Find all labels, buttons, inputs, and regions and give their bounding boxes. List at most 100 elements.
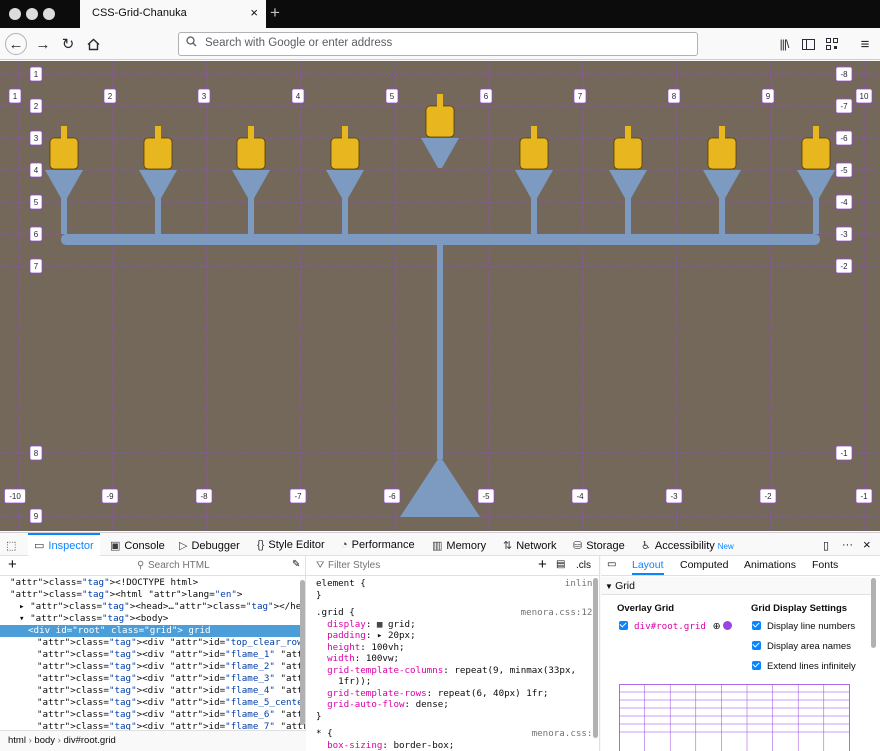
close-window-button[interactable] [9, 8, 21, 20]
menu-button[interactable]: ≡ [854, 33, 876, 55]
breadcrumb-item[interactable]: div#root.grid [63, 735, 115, 746]
more-options-button[interactable]: ··· [842, 533, 853, 556]
menorah-branch-bar [61, 234, 820, 245]
tab-style-editor[interactable]: {} Style Editor [257, 533, 325, 556]
add-rule-button[interactable]: + [538, 556, 547, 573]
hamburger-icon: ≡ [860, 35, 870, 53]
rule-source-link[interactable]: menora.css:129 [521, 607, 598, 619]
css-rule-line[interactable]: } [316, 711, 599, 723]
markup-node[interactable]: "attr">class="tag"><div "attr">id="flame… [0, 685, 305, 697]
markup-node[interactable]: ▸ "attr">class="tag"><head>…"attr">class… [0, 601, 305, 613]
minimize-window-button[interactable] [26, 8, 38, 20]
print-media-icon[interactable]: ▤ [556, 559, 565, 570]
css-rule-line[interactable]: padding: ▸ 20px; [316, 630, 599, 642]
cls-button[interactable]: .cls [576, 560, 591, 571]
css-rule-line[interactable]: grid-auto-flow: dense; [316, 699, 599, 711]
rules-scrollbar[interactable] [593, 578, 598, 738]
back-button[interactable]: ← [5, 33, 27, 55]
css-rule-line[interactable]: .grid {menora.css:129 [316, 607, 599, 619]
candle-arm [342, 198, 348, 234]
filter-styles-input[interactable]: Filter Styles [328, 560, 380, 571]
setting-extend-lines[interactable]: Extend lines infinitely [752, 661, 856, 672]
browser-tab[interactable]: CSS-Grid-Chanuka × [80, 0, 266, 28]
css-rule-line[interactable]: display: ▦ grid; [316, 619, 599, 631]
tab-console[interactable]: ▣ Console [110, 533, 165, 556]
new-tab-button[interactable]: + [270, 3, 280, 23]
css-rule-line[interactable]: * {menora.css:1 [316, 728, 599, 740]
markup-node[interactable]: "attr">class="tag"><div "attr">id="flame… [0, 673, 305, 685]
setting-area-names[interactable]: Display area names [752, 641, 851, 652]
markup-node[interactable]: "attr">class="tag"><div "attr">id="top_c… [0, 637, 305, 649]
url-bar[interactable]: Search with Google or enter address [178, 32, 698, 56]
markup-node[interactable]: "attr">class="tag"><html "attr">lang="en… [0, 589, 242, 601]
tab-accessibility[interactable]: ♿ Accessibility New [641, 533, 734, 556]
column-line-number: 7 [578, 92, 583, 101]
breadcrumb-item[interactable]: html [8, 735, 26, 746]
filter-icon: ⛛ [316, 560, 325, 571]
tab-debugger[interactable]: ▷ Debugger [179, 533, 240, 556]
tab-memory[interactable]: ▥ Memory [432, 533, 486, 556]
candle-arm [813, 198, 819, 234]
markup-node[interactable]: "attr">class="tag"><div "attr">id="flame… [0, 709, 305, 721]
qr-button[interactable] [821, 33, 843, 55]
sidebar-tabs: ▭ Layout Computed Animations Fonts [601, 556, 880, 576]
css-rule-line[interactable]: } [316, 590, 599, 602]
toggle-sidebar-icon[interactable]: ▭ [607, 559, 616, 570]
forward-button[interactable]: → [32, 33, 54, 55]
markup-node[interactable]: ▾ "attr">class="tag"><body> [0, 613, 168, 625]
checkbox-checked[interactable] [752, 641, 761, 650]
candle-cup [139, 170, 177, 200]
reload-button[interactable]: ↻ [57, 33, 79, 55]
close-devtools-button[interactable]: × [863, 533, 871, 556]
flame-wick [437, 94, 443, 107]
search-html-input[interactable]: Search HTML [148, 560, 210, 571]
sidebar-button[interactable] [797, 33, 819, 55]
tab-computed[interactable]: Computed [680, 559, 728, 571]
flame-wick [813, 126, 819, 139]
grid-section-title: Grid [615, 580, 635, 592]
column-line-number: -8 [200, 492, 208, 501]
tab-layout[interactable]: Layout [632, 559, 664, 575]
flame [801, 137, 831, 170]
css-rule-line[interactable]: grid-template-columns: repeat(9, minmax(… [316, 665, 599, 677]
html-scrollbar[interactable] [300, 580, 305, 725]
checkbox-checked[interactable] [752, 661, 761, 670]
maximize-window-button[interactable] [43, 8, 55, 20]
markup-node[interactable]: "attr">class="tag"><!DOCTYPE html> [0, 577, 198, 589]
pick-element-button[interactable]: ⬚ [6, 533, 20, 556]
css-rule-line[interactable]: grid-template-rows: repeat(6, 40px) 1fr; [316, 688, 599, 700]
tab-fonts[interactable]: Fonts [812, 559, 838, 571]
css-rule-line[interactable]: box-sizing: border-box; [316, 740, 599, 751]
css-rule-line[interactable]: 1fr)); [316, 676, 599, 688]
tab-network[interactable]: ⇅ Network [503, 533, 557, 556]
rule-source-link[interactable]: menora.css:1 [532, 728, 598, 740]
tab-inspector[interactable]: ▭ Inspector [28, 533, 100, 556]
close-icon[interactable]: × [250, 5, 258, 20]
markup-node[interactable]: "attr">class="tag"><div "attr">id="flame… [0, 697, 305, 709]
grid-color-swatch[interactable] [723, 621, 733, 630]
css-rule-line[interactable]: height: 100vh; [316, 642, 599, 654]
markup-node[interactable]: "attr">class="tag"><div "attr">id="flame… [0, 649, 305, 661]
css-rule-line[interactable]: element {inline [316, 578, 599, 590]
checkbox-checked[interactable] [752, 621, 761, 630]
dock-button[interactable]: ▯ [823, 533, 829, 556]
overlay-grid-item[interactable]: div#root.grid ⊕ [619, 621, 733, 632]
selected-node[interactable]: <div id="root" class="grid"> grid [0, 625, 300, 637]
highlight-target-icon[interactable]: ⊕ [713, 621, 721, 632]
url-placeholder: Search with Google or enter address [205, 37, 393, 49]
add-node-button[interactable]: + [8, 556, 17, 573]
grid-section-header[interactable]: ▼ Grid [601, 577, 871, 595]
tab-animations[interactable]: Animations [744, 559, 796, 571]
tab-performance[interactable]: ◔ Performance [341, 533, 415, 556]
breadcrumb-item[interactable]: body [34, 735, 55, 746]
layout-scrollbar[interactable] [871, 578, 876, 648]
checkbox-checked[interactable] [619, 621, 628, 630]
tab-storage[interactable]: ⛁ Storage [573, 533, 625, 556]
home-button[interactable] [82, 33, 104, 55]
eyedropper-icon[interactable]: ✎ [292, 559, 300, 570]
setting-line-numbers[interactable]: Display line numbers [752, 621, 855, 632]
css-rule-line[interactable]: width: 100vw; [316, 653, 599, 665]
flame [143, 137, 173, 170]
markup-node[interactable]: "attr">class="tag"><div "attr">id="flame… [0, 661, 305, 673]
library-button[interactable]: |||\ [773, 33, 795, 55]
